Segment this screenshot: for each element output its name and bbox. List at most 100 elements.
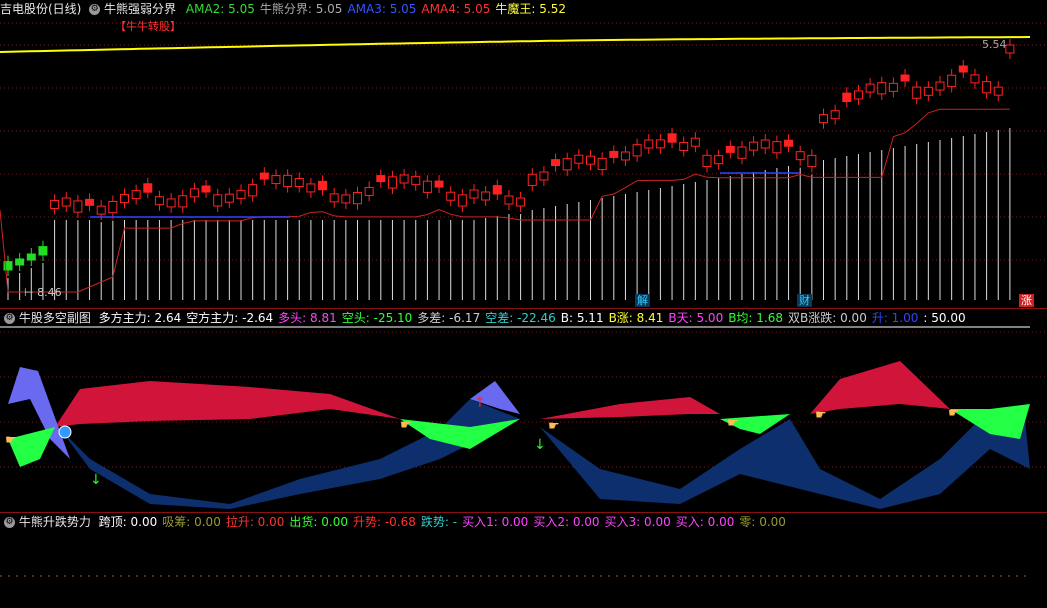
top-annotation: 【牛牛转股】 (115, 20, 181, 33)
candle (318, 180, 328, 191)
panel1-value-item: 牛魔王: 5.52 (495, 2, 566, 16)
panel3-value-item: 吸筹: 0.00 (162, 515, 221, 529)
candlestick-chart[interactable] (0, 0, 1047, 308)
stock-name: 吉电股份(日线) (0, 2, 82, 16)
candle (73, 200, 83, 213)
price-low-value: 8.46 (37, 286, 62, 299)
panel2-value-item: 空差: -22.46 (485, 311, 556, 325)
event-tag-jie[interactable]: 解 (635, 294, 650, 307)
panel3-value-item: 拉升: 0.00 (225, 515, 285, 529)
candle (819, 114, 828, 124)
candle (877, 82, 887, 95)
bull-area (540, 397, 720, 419)
panel2-value-item: B涨: 8.41 (608, 311, 664, 325)
candle (597, 157, 607, 171)
candle (143, 183, 153, 193)
candle (108, 200, 118, 214)
gear-icon[interactable]: ⚙ (4, 313, 15, 324)
panel1-value-item: AMA2: 5.05 (185, 2, 255, 16)
panel2-value-item: 多头: 8.81 (278, 311, 337, 325)
candle (201, 185, 211, 193)
bull-bear-subchart-panel[interactable]: ↓ ↓ ↑ ☛ ☛ ☛ ☛ ☛ ☛ ⚙ 牛股多空副图 多方主力: 2.64 空方主力: -2.64… (0, 309, 1047, 512)
candle (306, 183, 316, 193)
candle (970, 74, 980, 84)
candle (96, 205, 106, 215)
candle (609, 150, 619, 158)
gear-icon[interactable]: ⚙ (4, 517, 15, 528)
panel2-value-item: 空头: -25.10 (341, 311, 413, 325)
ma-yellow-line (0, 36, 1031, 53)
candle (224, 193, 234, 203)
candle (131, 190, 141, 200)
hand-pointer-icon: ☛ (548, 419, 560, 434)
candle (632, 144, 642, 157)
hand-pointer-icon: ☛ (815, 408, 827, 423)
candle (481, 191, 491, 201)
panel3-value-item: 出货: 0.00 (289, 515, 348, 529)
candle (586, 155, 595, 165)
candle (702, 154, 712, 168)
panel2-value-item: 空方主力: -2.64 (186, 311, 274, 325)
trend-power-panel[interactable]: ⚙ 牛熊升跌势力 跨顶: 0.00 吸筹: 0.00 拉升: 0.00 出货: 0.0… (0, 513, 1047, 608)
candle (50, 199, 60, 209)
candle (655, 139, 665, 149)
indicator-name: 牛熊强弱分界 (104, 2, 177, 16)
panel2-value-item: 多方主力: 2.64 (98, 311, 182, 325)
candle (853, 90, 863, 100)
main-chart-panel[interactable]: 吉电股份(日线) ⚙ 牛熊强弱分界 AMA2: 5.05 牛熊分界: 5.05 AM… (0, 0, 1047, 308)
indicator-name: 牛熊升跌势力 (18, 515, 91, 529)
event-tag-cai[interactable]: 财 (797, 294, 812, 307)
gear-icon[interactable]: ⚙ (89, 4, 101, 15)
candle (993, 86, 1003, 96)
panel3-value-item: 买入: 0.00 (675, 515, 735, 529)
candle (749, 141, 759, 151)
candle (784, 139, 794, 147)
candle (294, 177, 304, 187)
candle (842, 92, 852, 103)
panel2-value-item: 升: 1.00 (871, 311, 919, 325)
hand-pointer-icon: ☛ (948, 406, 960, 421)
panel3-value-item: 升势: -0.68 (352, 515, 416, 529)
candle (387, 176, 397, 189)
candle (434, 180, 444, 188)
candle (178, 195, 188, 208)
candle (807, 154, 817, 168)
candle (912, 86, 922, 99)
subchart-header: ⚙ 牛熊升跌势力 跨顶: 0.00 吸筹: 0.00 拉升: 0.00 出货: 0.0… (0, 513, 791, 531)
candle (457, 194, 467, 207)
down-arrow-icon: ↓ (534, 437, 546, 453)
candle (551, 159, 561, 167)
candle (947, 74, 957, 87)
panel3-value-item: 买入2: 0.00 (533, 515, 600, 529)
candle (737, 146, 747, 159)
hand-pointer-icon: ☛ (5, 433, 17, 448)
candle (85, 198, 95, 206)
price-low-label: ⊢ 8.46 (24, 286, 62, 299)
candle (644, 139, 654, 149)
panel2-value-item: B: 5.11 (560, 311, 604, 325)
candle (469, 189, 479, 199)
candle (26, 253, 36, 261)
panel1-value-item: 牛熊分界: 5.05 (259, 2, 343, 16)
event-tag-zhang[interactable]: 涨 (1019, 294, 1034, 307)
bear-area (540, 409, 1030, 509)
bull-bear-area-chart[interactable]: ↓ ↓ ↑ ☛ ☛ ☛ ☛ ☛ ☛ (0, 309, 1047, 512)
bull-area (55, 381, 400, 427)
candle (283, 174, 293, 188)
panel2-value-item: : 50.00 (923, 311, 966, 325)
price-high-label: 5.54 (982, 38, 1007, 51)
candle (504, 195, 514, 205)
candle (259, 172, 269, 180)
candle (958, 65, 968, 73)
panel1-value-item: AMA3: 5.05 (347, 2, 417, 16)
panel3-value-item: 买入1: 0.00 (462, 515, 529, 529)
candle (61, 197, 71, 207)
candle (772, 141, 782, 154)
candle (900, 74, 910, 82)
candle (364, 186, 374, 196)
candle (411, 176, 421, 186)
candle (830, 110, 840, 120)
candle (154, 196, 164, 206)
candle (865, 83, 875, 93)
candle (15, 258, 25, 266)
